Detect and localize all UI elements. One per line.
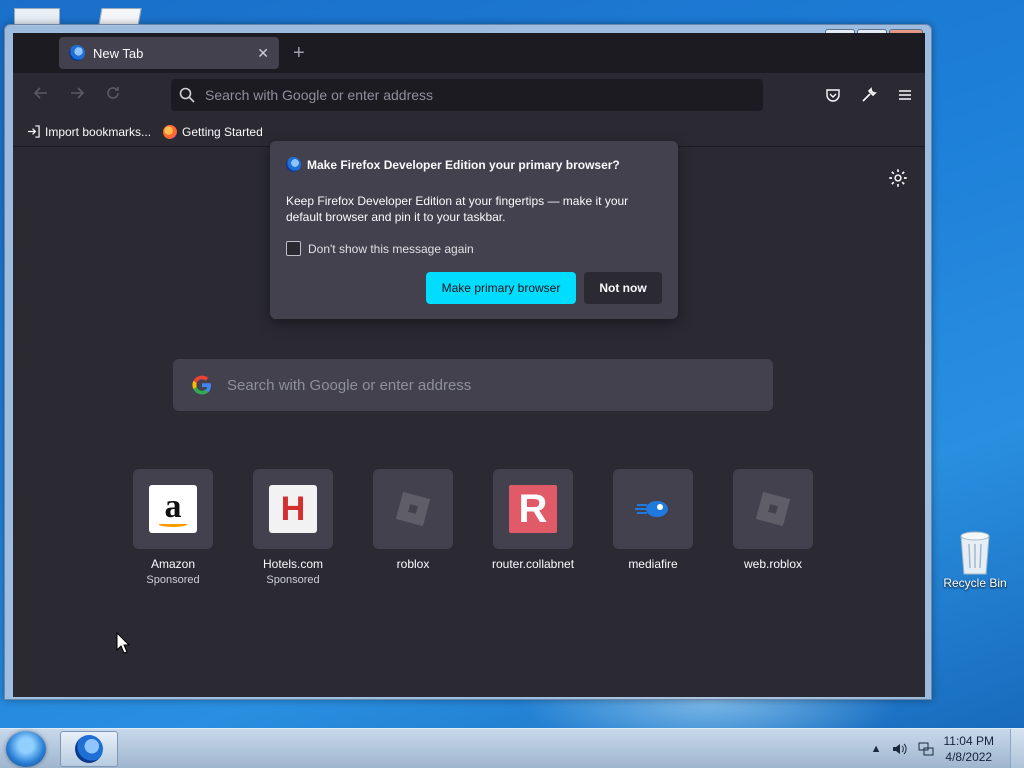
bookmark-label: Import bookmarks... xyxy=(45,124,152,139)
top-site-tile[interactable]: roblox xyxy=(373,469,453,586)
not-now-button[interactable]: Not now xyxy=(584,272,662,304)
amazon-icon: a xyxy=(149,485,197,533)
top-site-tile[interactable]: mediafire xyxy=(613,469,693,586)
tile-name: Hotels.com xyxy=(262,557,324,571)
mouse-cursor-icon xyxy=(116,632,130,654)
tab-new-tab[interactable]: New Tab ✕ xyxy=(59,37,279,69)
clock[interactable]: 11:04 PM 4/8/2022 xyxy=(944,733,994,765)
taskbar: ▲ 11:04 PM 4/8/2022 xyxy=(0,728,1024,768)
clock-time: 11:04 PM xyxy=(943,734,994,748)
tile-name: mediafire xyxy=(628,557,678,571)
browser-window: — ▢ ✕ New Tab ✕ + Search with xyxy=(4,24,932,700)
tile-sponsored: Sponsored xyxy=(266,574,320,586)
top-site-tile[interactable]: a Amazon Sponsored xyxy=(133,469,213,586)
network-icon[interactable] xyxy=(918,742,934,756)
tile-name: roblox xyxy=(396,557,430,571)
address-bar-placeholder: Search with Google or enter address xyxy=(205,87,434,103)
firefox-icon xyxy=(163,124,178,139)
checkbox-label: Don't show this message again xyxy=(308,241,474,256)
new-tab-button[interactable]: + xyxy=(293,41,305,65)
roblox-icon xyxy=(755,491,791,527)
tab-title: New Tab xyxy=(93,45,144,61)
address-bar[interactable]: Search with Google or enter address xyxy=(171,79,763,111)
newtab-search-input[interactable]: Search with Google or enter address xyxy=(173,359,773,411)
recycle-bin-label: Recycle Bin xyxy=(943,576,1007,590)
recycle-bin-icon xyxy=(960,531,990,575)
back-icon[interactable] xyxy=(23,85,59,106)
show-desktop-button[interactable] xyxy=(1010,729,1024,768)
tile-name: Amazon xyxy=(150,557,196,571)
new-tab-page: Make Firefox Developer Edition your prim… xyxy=(13,141,925,697)
reload-icon[interactable] xyxy=(95,85,131,106)
import-icon xyxy=(27,125,40,138)
tab-close-icon[interactable]: ✕ xyxy=(257,45,269,62)
pocket-icon[interactable] xyxy=(821,83,845,107)
menu-icon[interactable] xyxy=(893,83,917,107)
wrench-icon[interactable] xyxy=(857,83,881,107)
r-icon: R xyxy=(509,485,557,533)
tray-expand-icon[interactable]: ▲ xyxy=(871,743,882,755)
google-icon xyxy=(192,375,211,395)
top-site-tile[interactable]: web.roblox xyxy=(733,469,813,586)
firefox-dev-icon xyxy=(75,735,103,763)
toolbar-right xyxy=(821,83,917,107)
prompt-body: Keep Firefox Developer Edition at your f… xyxy=(286,194,629,224)
forward-icon[interactable] xyxy=(59,85,95,106)
bookmark-import[interactable]: Import bookmarks... xyxy=(27,125,151,139)
make-primary-button[interactable]: Make primary browser xyxy=(426,272,576,304)
tile-name: router.collabnet xyxy=(491,557,575,571)
bookmark-getting-started[interactable]: Getting Started xyxy=(163,124,263,139)
roblox-icon xyxy=(395,491,431,527)
default-browser-prompt: Make Firefox Developer Edition your prim… xyxy=(270,141,678,319)
top-site-tile[interactable]: R router.collabnet xyxy=(491,469,575,586)
volume-icon[interactable] xyxy=(892,742,908,756)
start-button[interactable] xyxy=(6,731,46,767)
gear-icon[interactable] xyxy=(887,167,909,189)
tile-sponsored: Sponsored xyxy=(146,574,200,586)
hotels-icon: H xyxy=(269,485,317,533)
search-icon xyxy=(179,87,195,103)
firefox-dev-icon xyxy=(69,45,85,61)
firefox-frame: New Tab ✕ + Search with Google or enter … xyxy=(13,33,925,697)
tab-strip: New Tab ✕ + xyxy=(13,33,925,73)
dont-show-checkbox[interactable] xyxy=(286,241,301,256)
firefox-dev-icon xyxy=(286,157,301,172)
tile-name: web.roblox xyxy=(743,557,803,571)
search-placeholder: Search with Google or enter address xyxy=(227,376,472,394)
mediafire-icon xyxy=(635,501,668,517)
taskbar-firefox-button[interactable] xyxy=(60,731,118,767)
top-site-tile[interactable]: H Hotels.com Sponsored xyxy=(253,469,333,586)
dont-show-checkbox-row[interactable]: Don't show this message again xyxy=(286,241,474,256)
prompt-title: Make Firefox Developer Edition your prim… xyxy=(307,157,620,172)
recycle-bin[interactable]: Recycle Bin xyxy=(942,528,1008,590)
bookmark-label: Getting Started xyxy=(182,124,263,139)
system-tray: ▲ 11:04 PM 4/8/2022 xyxy=(871,733,994,765)
navigation-bar: Search with Google or enter address xyxy=(13,73,925,117)
prompt-title-row: Make Firefox Developer Edition your prim… xyxy=(286,157,620,172)
clock-date: 4/8/2022 xyxy=(945,750,993,764)
top-sites: a Amazon Sponsored H Hotels.com Sponsore xyxy=(133,469,813,586)
